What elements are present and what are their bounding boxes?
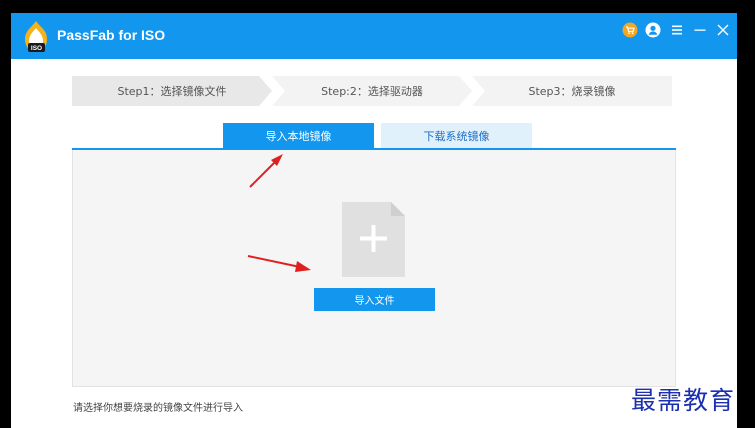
annotation-arrow-icon	[247, 255, 311, 272]
app-window: ISO PassFab for ISO Step1：选择镜像文件 Step:2：…	[11, 13, 737, 428]
menu-icon[interactable]	[669, 22, 685, 38]
step-3-label: Step3：烧录镜像	[528, 85, 616, 98]
cart-icon[interactable]	[622, 22, 638, 38]
add-file-icon[interactable]	[342, 202, 405, 277]
minimize-icon[interactable]	[692, 22, 708, 38]
svg-text:ISO: ISO	[31, 45, 42, 52]
step-2-label: Step:2：选择驱动器	[321, 85, 423, 98]
import-file-button[interactable]: 导入文件	[314, 288, 435, 311]
app-logo-icon: ISO	[25, 21, 47, 52]
tab-import-local-image[interactable]: 导入本地镜像	[223, 123, 374, 149]
close-icon[interactable]	[715, 22, 731, 38]
step-2: Step:2：选择驱动器	[272, 76, 472, 106]
step-indicator: Step1：选择镜像文件 Step:2：选择驱动器 Step3：烧录镜像	[72, 76, 672, 106]
step-1: Step1：选择镜像文件	[72, 76, 272, 106]
tab-download-system-image[interactable]: 下载系统镜像	[381, 123, 532, 149]
watermark: 最需教育	[631, 386, 736, 415]
step-1-label: Step1：选择镜像文件	[117, 85, 227, 98]
annotation-arrow-icon	[249, 154, 283, 188]
hint-text: 请选择你想要烧录的镜像文件进行导入	[73, 403, 243, 414]
step-3: Step3：烧录镜像	[472, 76, 672, 106]
user-icon[interactable]	[645, 22, 661, 38]
app-title: PassFab for ISO	[57, 27, 166, 43]
title-bar: ISO PassFab for ISO	[11, 13, 737, 59]
